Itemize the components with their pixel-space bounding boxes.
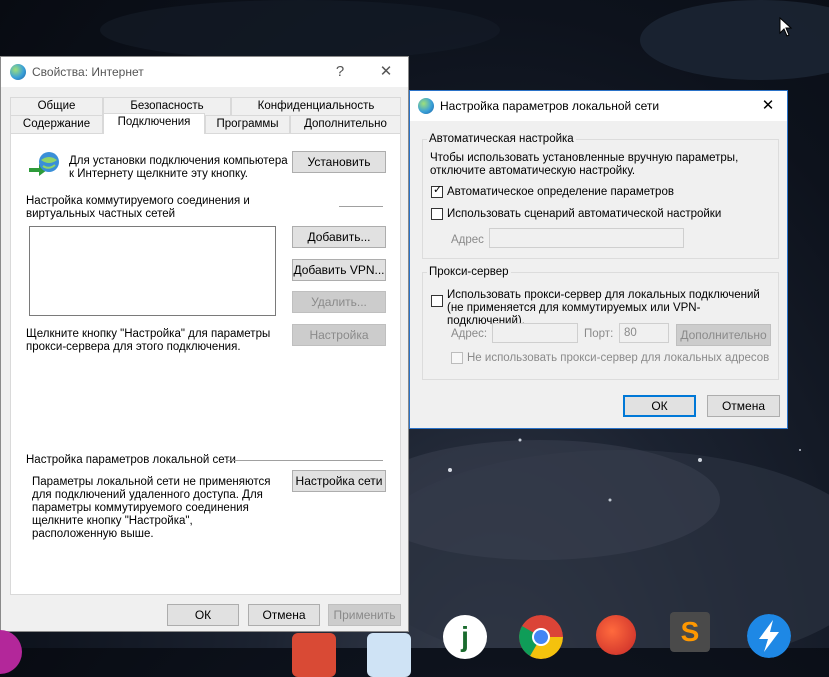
proxy-address-label: Адрес: (451, 328, 488, 340)
help-button[interactable]: ? (317, 57, 363, 87)
check-mark-icon: ✓ (433, 184, 443, 196)
lan-cancel-button[interactable]: Отмена (707, 395, 780, 417)
jdownloader-icon[interactable]: j (443, 615, 487, 659)
close-button[interactable]: ✕ (363, 57, 409, 87)
ccleaner-icon[interactable] (596, 615, 636, 655)
internet-globe-icon (418, 98, 434, 114)
auto-detect-checkbox[interactable]: ✓ (431, 184, 443, 198)
app-star-icon[interactable] (367, 633, 411, 677)
add-vpn-button[interactable]: Добавить VPN... (292, 259, 386, 281)
ok-button[interactable]: ОК (167, 604, 239, 626)
port-label: Порт: (584, 328, 614, 340)
settings-button[interactable]: Настройка (292, 324, 386, 346)
tab-privacy[interactable]: Конфиденциальность (231, 97, 401, 115)
internet-properties-window: Свойства: Интернет ? ✕ Общие Безопасност… (0, 56, 409, 632)
apply-button[interactable]: Применить (328, 604, 401, 626)
app-red-icon[interactable] (292, 633, 336, 677)
setup-description: Для установки подключения компьютера к И… (69, 155, 288, 180)
auto-detect-label[interactable]: Автоматическое определение параметров (447, 186, 674, 199)
internet-globe-icon (10, 64, 26, 80)
window-title: Свойства: Интернет (32, 65, 144, 79)
network-setup-icon (29, 152, 59, 176)
thunder-icon[interactable] (747, 614, 791, 658)
tab-programs[interactable]: Программы (205, 115, 290, 133)
tab-advanced[interactable]: Дополнительно (290, 115, 401, 133)
add-button[interactable]: Добавить... (292, 226, 386, 248)
lan-separator (226, 460, 383, 461)
bypass-local-label[interactable]: Не использовать прокси-сервер для локаль… (467, 352, 769, 365)
auto-config-description: Чтобы использовать установленные вручную… (430, 152, 739, 177)
lan-window-title: Настройка параметров локальной сети (440, 99, 660, 113)
setup-button[interactable]: Установить (292, 151, 386, 173)
proxy-address-input[interactable] (492, 323, 578, 343)
lan-section-label: Настройка параметров локальной сети (26, 454, 236, 466)
script-address-input[interactable] (489, 228, 684, 248)
lan-settings-titlebar: Настройка параметров локальной сети ✕ (410, 91, 787, 121)
bypass-local-checkbox[interactable] (451, 352, 463, 364)
lan-settings-button[interactable]: Настройка сети (292, 470, 386, 492)
tab-general[interactable]: Общие (10, 97, 103, 115)
dialup-section-label: Настройка коммутируемого соединения и ви… (26, 195, 250, 220)
sublime-text-icon[interactable]: S (670, 612, 710, 652)
proxy-hint-text: Щелкните кнопку "Настройка" для параметр… (26, 328, 271, 353)
dialup-separator (339, 206, 383, 207)
internet-properties-titlebar: Свойства: Интернет ? ✕ (1, 57, 408, 87)
lan-ok-button[interactable]: ОК (623, 395, 696, 417)
script-address-label: Адрес (451, 234, 484, 246)
port-input[interactable]: 80 (619, 323, 669, 343)
connections-panel: Для установки подключения компьютера к И… (10, 133, 401, 595)
cancel-button[interactable]: Отмена (248, 604, 320, 626)
tab-connections[interactable]: Подключения (103, 113, 205, 134)
proxy-server-label: Прокси-сервер (427, 266, 511, 279)
remove-button[interactable]: Удалить... (292, 291, 386, 313)
use-proxy-checkbox[interactable] (431, 295, 443, 307)
lan-close-button[interactable]: ✕ (749, 91, 787, 121)
auto-config-label: Автоматическая настройка (427, 133, 576, 146)
advanced-button[interactable]: Дополнительно (676, 324, 771, 346)
auto-script-label[interactable]: Использовать сценарий автоматической нас… (447, 208, 721, 221)
connections-list[interactable] (29, 226, 276, 316)
lan-description: Параметры локальной сети не применяются … (32, 476, 271, 540)
tab-content[interactable]: Содержание (10, 115, 103, 133)
chrome-icon[interactable] (519, 615, 563, 659)
lan-settings-window: Настройка параметров локальной сети ✕ Ав… (409, 90, 788, 429)
auto-script-checkbox[interactable] (431, 208, 443, 220)
mouse-cursor (779, 17, 793, 37)
